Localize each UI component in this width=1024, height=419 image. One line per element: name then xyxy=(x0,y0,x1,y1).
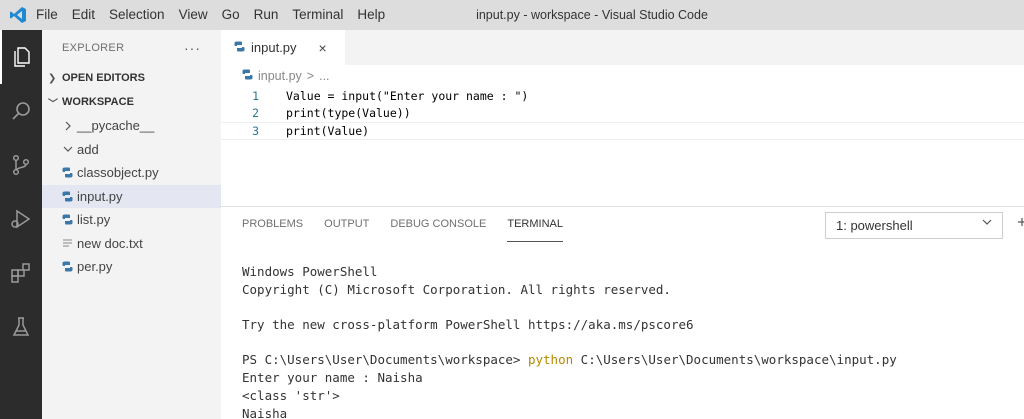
python-file-icon xyxy=(60,167,75,178)
menu-file[interactable]: File xyxy=(36,0,65,30)
terminal-select-value: 1: powershell xyxy=(836,218,913,233)
title-bar: File Edit Selection View Go Run Terminal… xyxy=(0,0,1024,30)
line-number: 1 xyxy=(252,88,259,103)
menu-edit[interactable]: Edit xyxy=(65,0,102,30)
close-icon[interactable]: × xyxy=(319,40,327,56)
source-control-icon[interactable] xyxy=(0,138,42,192)
more-actions-icon[interactable]: ··· xyxy=(184,40,201,56)
tree-item-list[interactable]: list.py xyxy=(42,208,221,232)
vscode-logo-icon xyxy=(0,0,36,30)
tree-item-input[interactable]: input.py xyxy=(42,184,221,208)
tree-item-new-doc[interactable]: new doc.txt xyxy=(42,232,221,256)
code-line: 2 print(type(Value)) xyxy=(221,105,1024,123)
terminal-command: python xyxy=(527,352,574,368)
tree-item-label: __pycache__ xyxy=(77,118,155,134)
tree-item-label: new doc.txt xyxy=(77,235,143,251)
terminal-output[interactable]: Windows PowerShell Copyright (C) Microso… xyxy=(242,263,897,419)
code-text: print(type(Value)) xyxy=(286,106,411,121)
python-file-icon xyxy=(242,69,253,83)
new-terminal-icon[interactable] xyxy=(1018,215,1024,229)
menu-bar: File Edit Selection View Go Run Terminal… xyxy=(36,0,392,30)
terminal-line: Windows PowerShell xyxy=(242,264,378,279)
terminal-command-line: PS C:\Users\User\Documents\workspace> py… xyxy=(242,351,897,369)
code-line: 1 Value = input("Enter your name : ") xyxy=(221,87,1024,105)
terminal-args: C:\Users\User\Documents\workspace\input.… xyxy=(573,352,897,368)
testing-icon[interactable] xyxy=(0,300,42,354)
activity-bar xyxy=(0,30,42,419)
tree-item-label: input.py xyxy=(77,188,123,204)
terminal-line: Copyright (C) Microsoft Corporation. All… xyxy=(242,281,671,297)
menu-go[interactable]: Go xyxy=(215,0,247,30)
tab-output[interactable]: OUTPUT xyxy=(324,207,369,242)
python-file-icon xyxy=(234,40,245,55)
extensions-icon[interactable] xyxy=(0,246,42,300)
workspace-label: WORKSPACE xyxy=(62,96,134,108)
tab-terminal[interactable]: TERMINAL xyxy=(507,207,563,242)
line-number: 2 xyxy=(252,106,259,121)
editor-area: input.py × input.py > ... 1 Value = inpu… xyxy=(221,30,1024,206)
code-editor[interactable]: 1 Value = input("Enter your name : ") 2 … xyxy=(221,87,1024,140)
chevron-down-icon xyxy=(60,145,75,153)
menu-view[interactable]: View xyxy=(172,0,215,30)
chevron-right-icon xyxy=(60,121,75,131)
search-icon[interactable] xyxy=(0,84,42,138)
terminal-line: Naisha xyxy=(242,405,288,419)
terminal-prompt: PS C:\Users\User\Documents\workspace> xyxy=(242,352,528,368)
tree-item-label: list.py xyxy=(77,212,111,228)
terminal-line: <class 'str'> xyxy=(242,387,340,403)
line-number: 3 xyxy=(252,123,259,138)
open-editors-label: OPEN EDITORS xyxy=(62,72,145,84)
explorer-title: EXPLORER xyxy=(62,42,125,54)
breadcrumb-separator: > xyxy=(306,69,315,83)
tab-label: input.py xyxy=(251,40,297,55)
open-editors-section[interactable]: ❯ OPEN EDITORS xyxy=(42,66,221,90)
tree-item-label: per.py xyxy=(77,259,113,275)
tree-item-label: add xyxy=(77,141,99,157)
breadcrumb-file[interactable]: input.py xyxy=(258,69,302,83)
chevron-down-icon: ﹀ xyxy=(48,98,58,110)
menu-run[interactable]: Run xyxy=(247,0,286,30)
menu-selection[interactable]: Selection xyxy=(102,0,172,30)
breadcrumb: input.py > ... xyxy=(221,65,1024,87)
python-file-icon xyxy=(60,214,75,225)
run-debug-icon[interactable] xyxy=(0,192,42,246)
tab-problems[interactable]: PROBLEMS xyxy=(242,207,303,242)
chevron-right-icon: ❯ xyxy=(48,72,57,84)
terminal-line: Enter your name : Naisha xyxy=(242,370,423,386)
terminal-line: Try the new cross-platform PowerShell ht… xyxy=(242,317,694,333)
chevron-down-icon xyxy=(982,217,992,229)
tree-item-add[interactable]: add xyxy=(42,138,221,162)
workspace-section[interactable]: ﹀ WORKSPACE xyxy=(42,90,221,114)
tree-item-per[interactable]: per.py xyxy=(42,255,221,279)
explorer-icon[interactable] xyxy=(0,30,42,84)
terminal-select[interactable]: 1: powershell xyxy=(825,212,1003,239)
bottom-panel: PROBLEMS OUTPUT DEBUG CONSOLE TERMINAL 1… xyxy=(221,206,1024,419)
python-file-icon xyxy=(60,191,75,202)
python-file-icon xyxy=(60,261,75,272)
tree-item-label: classobject.py xyxy=(77,165,159,181)
code-line: 3 print(Value) xyxy=(221,122,1024,140)
code-text: print(Value) xyxy=(286,123,370,138)
menu-terminal[interactable]: Terminal xyxy=(285,0,350,30)
explorer-header: EXPLORER ··· xyxy=(42,30,221,66)
tab-debug-console[interactable]: DEBUG CONSOLE xyxy=(390,207,486,242)
explorer-sidebar: EXPLORER ··· ❯ OPEN EDITORS ﹀ WORKSPACE … xyxy=(42,30,221,419)
text-file-icon xyxy=(60,238,75,248)
tree-item-classobject[interactable]: classobject.py xyxy=(42,161,221,185)
tab-input-py[interactable]: input.py × xyxy=(221,30,345,65)
breadcrumb-symbol[interactable]: ... xyxy=(319,69,329,83)
code-text: Value = input("Enter your name : ") xyxy=(286,88,529,103)
editor-tab-bar: input.py × xyxy=(221,30,1024,65)
menu-help[interactable]: Help xyxy=(350,0,392,30)
tree-item-pycache[interactable]: __pycache__ xyxy=(42,114,221,138)
